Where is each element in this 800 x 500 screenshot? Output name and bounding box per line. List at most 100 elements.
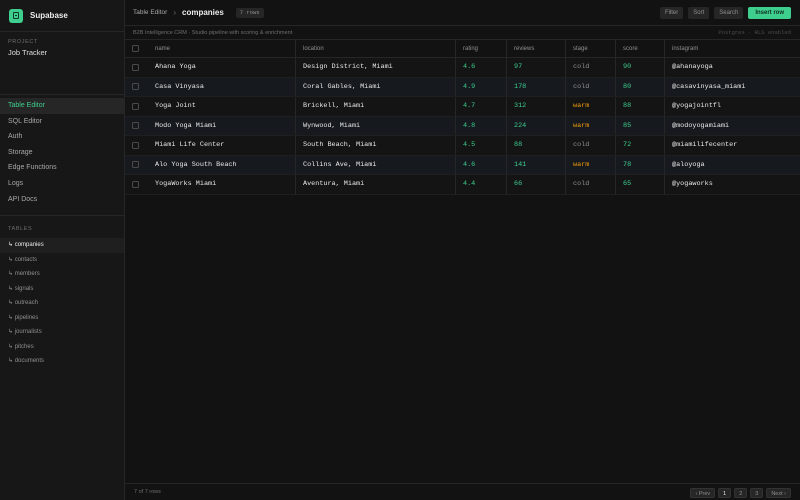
row-checkbox[interactable] <box>132 122 139 130</box>
column-divider[interactable] <box>295 116 296 135</box>
cell-rating[interactable]: 4.6 <box>463 58 475 77</box>
column-divider[interactable] <box>664 116 665 135</box>
table-item-journalists[interactable]: ↳ journalists <box>0 325 124 340</box>
cell-instagram[interactable]: @yogajointfl <box>672 97 721 116</box>
table-item-pipelines[interactable]: ↳ pipelines <box>0 311 124 326</box>
column-divider[interactable] <box>565 175 566 194</box>
cell-name[interactable]: Yoga Joint <box>155 97 196 116</box>
nav-item-sql-editor[interactable]: SQL Editor <box>0 114 124 130</box>
column-divider[interactable] <box>506 136 507 155</box>
table-item-companies[interactable]: ↳ companies <box>0 238 124 253</box>
table-item-signals[interactable]: ↳ signals <box>0 282 124 297</box>
column-divider[interactable] <box>295 40 296 57</box>
row-checkbox[interactable] <box>132 63 139 71</box>
cell-name[interactable]: Casa Vinyasa <box>155 78 204 97</box>
column-divider[interactable] <box>565 58 566 77</box>
column-divider[interactable] <box>455 155 456 174</box>
cell-location[interactable]: Collins Ave, Miami <box>303 156 376 175</box>
column-divider[interactable] <box>455 58 456 77</box>
cell-location[interactable]: South Beach, Miami <box>303 136 376 155</box>
cell-location[interactable]: Aventura, Miami <box>303 175 364 194</box>
table-row[interactable]: Modo Yoga Miami Wynwood, Miami 4.8 224 warm 8… <box>125 116 800 136</box>
column-header-stage[interactable]: stage <box>573 40 588 57</box>
cell-name[interactable]: Alo Yoga South Beach <box>155 156 237 175</box>
column-divider[interactable] <box>615 58 616 77</box>
cell-reviews[interactable]: 66 <box>514 175 522 194</box>
column-divider[interactable] <box>506 77 507 96</box>
breadcrumb-table-editor[interactable]: Table Editor <box>133 9 167 16</box>
nav-item-storage[interactable]: Storage <box>0 145 124 161</box>
cell-reviews[interactable]: 97 <box>514 58 522 77</box>
cell-instagram[interactable]: @yogaworks <box>672 175 713 194</box>
cell-score[interactable]: 72 <box>623 136 631 155</box>
column-divider[interactable] <box>664 175 665 194</box>
column-divider[interactable] <box>615 116 616 135</box>
column-header-score[interactable]: score <box>623 40 638 57</box>
column-divider[interactable] <box>295 77 296 96</box>
column-divider[interactable] <box>664 97 665 116</box>
column-divider[interactable] <box>565 77 566 96</box>
table-row[interactable]: Yoga Joint Brickell, Miami 4.7 312 warm 88 @yo… <box>125 97 800 117</box>
column-divider[interactable] <box>506 175 507 194</box>
column-divider[interactable] <box>455 136 456 155</box>
column-divider[interactable] <box>615 136 616 155</box>
cell-instagram[interactable]: @ahanayoga <box>672 58 713 77</box>
column-header-rating[interactable]: rating <box>463 40 478 57</box>
cell-score[interactable]: 78 <box>623 156 631 175</box>
column-header-location[interactable]: location <box>303 40 324 57</box>
cell-location[interactable]: Coral Gables, Miami <box>303 78 381 97</box>
column-divider[interactable] <box>615 77 616 96</box>
cell-stage[interactable]: cold <box>573 58 589 77</box>
cell-stage[interactable]: cold <box>573 78 589 97</box>
cell-reviews[interactable]: 224 <box>514 117 526 136</box>
row-checkbox[interactable] <box>132 141 139 149</box>
cell-rating[interactable]: 4.9 <box>463 78 475 97</box>
cell-rating[interactable]: 4.7 <box>463 97 475 116</box>
cell-rating[interactable]: 4.4 <box>463 175 475 194</box>
column-divider[interactable] <box>455 116 456 135</box>
column-divider[interactable] <box>615 40 616 57</box>
cell-name[interactable]: Modo Yoga Miami <box>155 117 216 136</box>
column-divider[interactable] <box>664 40 665 57</box>
column-divider[interactable] <box>455 40 456 57</box>
table-item-pitches[interactable]: ↳ pitches <box>0 340 124 355</box>
table-item-contacts[interactable]: ↳ contacts <box>0 253 124 268</box>
cell-location[interactable]: Design District, Miami <box>303 58 393 77</box>
column-divider[interactable] <box>295 155 296 174</box>
nav-item-api-docs[interactable]: API Docs <box>0 192 124 208</box>
cell-stage[interactable]: warm <box>573 97 589 116</box>
cell-rating[interactable]: 4.5 <box>463 136 475 155</box>
column-divider[interactable] <box>506 58 507 77</box>
table-item-members[interactable]: ↳ members <box>0 267 124 282</box>
column-divider[interactable] <box>506 116 507 135</box>
column-divider[interactable] <box>664 136 665 155</box>
nav-item-edge-functions[interactable]: Edge Functions <box>0 160 124 176</box>
column-divider[interactable] <box>615 155 616 174</box>
table-row[interactable]: Alo Yoga South Beach Collins Ave, Miami 4.… <box>125 155 800 175</box>
cell-score[interactable]: 85 <box>623 117 631 136</box>
sort-button[interactable]: Sort <box>688 7 710 19</box>
cell-reviews[interactable]: 178 <box>514 78 526 97</box>
cell-instagram[interactable]: @miamilifecenter <box>672 136 737 155</box>
page-3-button[interactable]: 3 <box>750 487 764 498</box>
cell-name[interactable]: Miami Life Center <box>155 136 224 155</box>
cell-name[interactable]: Ahana Yoga <box>155 58 196 77</box>
cell-score[interactable]: 88 <box>623 97 631 116</box>
cell-reviews[interactable]: 141 <box>514 156 526 175</box>
cell-score[interactable]: 80 <box>623 78 631 97</box>
column-divider[interactable] <box>295 136 296 155</box>
row-checkbox[interactable] <box>132 161 139 169</box>
column-header-instagram[interactable]: instagram <box>672 40 698 57</box>
page-2-button[interactable]: 2 <box>734 487 748 498</box>
insert-row-button[interactable]: Insert row <box>748 7 791 19</box>
cell-rating[interactable]: 4.6 <box>463 156 475 175</box>
column-header-reviews[interactable]: reviews <box>514 40 534 57</box>
cell-instagram[interactable]: @casavinyasa_miami <box>672 78 745 97</box>
page-1-button[interactable]: 1 <box>718 487 732 498</box>
column-divider[interactable] <box>506 155 507 174</box>
cell-score[interactable]: 90 <box>623 58 631 77</box>
column-divider[interactable] <box>565 136 566 155</box>
cell-reviews[interactable]: 312 <box>514 97 526 116</box>
nav-item-logs[interactable]: Logs <box>0 176 124 192</box>
column-divider[interactable] <box>295 58 296 77</box>
